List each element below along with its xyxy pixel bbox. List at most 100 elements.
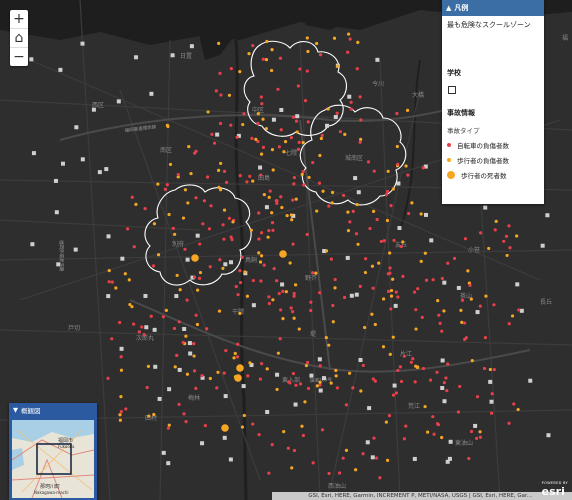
accident-point[interactable] xyxy=(243,270,247,274)
accident-point[interactable] xyxy=(479,231,483,235)
school-marker[interactable] xyxy=(97,170,102,175)
accident-point[interactable] xyxy=(295,130,299,134)
school-marker[interactable] xyxy=(412,456,417,461)
accident-point[interactable] xyxy=(437,313,441,317)
accident-point[interactable] xyxy=(516,407,520,412)
accident-point[interactable] xyxy=(318,291,322,295)
accident-point[interactable] xyxy=(186,201,190,205)
accident-point[interactable] xyxy=(267,195,271,199)
accident-point[interactable] xyxy=(309,300,313,304)
accident-point[interactable] xyxy=(460,298,465,302)
accident-point[interactable] xyxy=(505,253,509,258)
school-marker[interactable] xyxy=(188,351,193,356)
accident-point[interactable] xyxy=(366,160,371,164)
accident-point[interactable] xyxy=(151,264,156,268)
accident-point[interactable] xyxy=(291,242,295,246)
accident-point[interactable] xyxy=(224,349,228,353)
accident-point[interactable] xyxy=(371,209,376,213)
school-marker[interactable] xyxy=(80,157,85,162)
accident-point[interactable] xyxy=(261,57,265,61)
accident-point[interactable] xyxy=(291,115,296,119)
accident-point[interactable] xyxy=(279,128,283,132)
accident-point[interactable] xyxy=(259,231,264,235)
accident-point[interactable] xyxy=(338,130,342,134)
school-marker[interactable] xyxy=(153,364,158,369)
accident-point[interactable] xyxy=(294,383,298,387)
accident-point[interactable] xyxy=(240,255,244,259)
school-marker[interactable] xyxy=(321,376,326,381)
accident-point[interactable] xyxy=(446,362,450,366)
accident-point[interactable] xyxy=(392,238,396,243)
accident-point[interactable] xyxy=(259,279,263,283)
accident-point[interactable] xyxy=(489,411,494,415)
accident-point[interactable] xyxy=(207,227,212,231)
accident-point[interactable] xyxy=(254,137,258,141)
accident-point[interactable] xyxy=(492,303,496,307)
accident-point[interactable] xyxy=(181,340,185,345)
accident-point[interactable] xyxy=(292,316,296,320)
accident-point[interactable] xyxy=(493,228,497,232)
accident-point[interactable] xyxy=(203,424,207,428)
accident-point[interactable] xyxy=(315,41,319,46)
accident-point[interactable] xyxy=(379,239,383,244)
accident-point[interactable] xyxy=(440,276,444,281)
school-marker[interactable] xyxy=(30,242,35,247)
accident-point[interactable] xyxy=(175,353,179,358)
school-marker[interactable] xyxy=(475,310,480,315)
accident-point[interactable] xyxy=(257,433,261,437)
accident-point[interactable] xyxy=(318,364,322,368)
accident-point[interactable] xyxy=(281,317,285,321)
accident-point[interactable] xyxy=(389,204,393,208)
school-marker[interactable] xyxy=(258,165,263,170)
accident-point[interactable] xyxy=(463,237,468,241)
accident-point[interactable] xyxy=(305,232,309,237)
accident-point[interactable] xyxy=(307,175,311,180)
accident-point[interactable] xyxy=(161,315,165,319)
school-marker[interactable] xyxy=(488,379,493,384)
accident-point[interactable] xyxy=(346,32,351,36)
school-marker[interactable] xyxy=(265,409,270,414)
school-marker[interactable] xyxy=(396,181,401,186)
accident-point[interactable] xyxy=(406,173,410,177)
home-button[interactable]: ⌂ xyxy=(10,29,28,48)
accident-point[interactable] xyxy=(382,239,386,243)
accident-point[interactable] xyxy=(394,391,399,395)
accident-point[interactable] xyxy=(147,414,151,418)
accident-point[interactable] xyxy=(335,386,340,390)
school-marker[interactable] xyxy=(187,341,192,346)
school-marker[interactable] xyxy=(152,327,157,332)
accident-point[interactable] xyxy=(156,182,160,186)
accident-point[interactable] xyxy=(250,136,254,140)
accident-point[interactable] xyxy=(431,278,435,282)
accident-point[interactable] xyxy=(124,407,128,411)
accident-point[interactable] xyxy=(184,334,188,338)
accident-point[interactable] xyxy=(130,305,134,309)
accident-point[interactable] xyxy=(478,430,482,434)
accident-point[interactable] xyxy=(321,189,325,193)
accident-point[interactable] xyxy=(270,211,274,215)
accident-point[interactable] xyxy=(149,314,153,318)
accident-point[interactable] xyxy=(326,107,330,111)
accident-point[interactable] xyxy=(119,355,123,359)
accident-point[interactable] xyxy=(305,36,309,40)
school-marker[interactable] xyxy=(149,91,154,96)
accident-point[interactable] xyxy=(292,291,296,296)
school-marker[interactable] xyxy=(309,373,314,378)
accident-point[interactable] xyxy=(238,269,242,273)
accident-point[interactable] xyxy=(262,193,266,197)
accident-point[interactable] xyxy=(178,288,182,292)
school-marker[interactable] xyxy=(223,394,228,399)
accident-point[interactable] xyxy=(132,245,136,249)
accident-point[interactable] xyxy=(282,430,286,434)
accident-point[interactable] xyxy=(389,294,394,298)
accident-point[interactable] xyxy=(206,110,210,114)
accident-point[interactable] xyxy=(318,53,323,57)
accident-point[interactable] xyxy=(494,219,498,223)
school-marker[interactable] xyxy=(251,303,256,308)
school-marker[interactable] xyxy=(167,387,172,392)
accident-point[interactable] xyxy=(463,337,467,341)
accident-point[interactable] xyxy=(348,220,352,224)
accident-point[interactable] xyxy=(300,424,304,428)
accident-point[interactable] xyxy=(268,189,272,193)
accident-point[interactable] xyxy=(331,320,335,324)
